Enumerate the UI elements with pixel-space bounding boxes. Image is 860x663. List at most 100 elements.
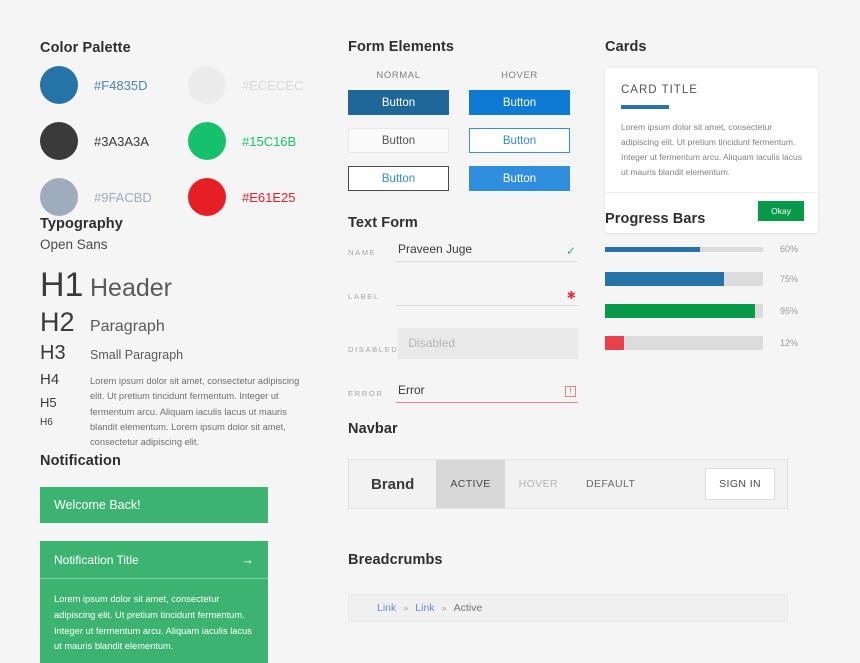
breadcrumb-link-1[interactable]: Link <box>377 602 396 614</box>
navbar-item-default[interactable]: DEFAULT <box>572 460 649 508</box>
button-ghost-hover[interactable]: Button <box>469 128 570 153</box>
type-row-h2: H2 Paragraph <box>40 307 320 338</box>
notification-card-title: Notification Title <box>54 552 139 567</box>
type-tag-h4: H4 <box>40 371 60 388</box>
color-swatch-label: #15C16B <box>242 133 297 149</box>
notification-heading: Notification <box>40 453 121 469</box>
progress-bars-heading: Progress Bars <box>605 211 706 227</box>
card-okay-button[interactable]: Okay <box>758 200 804 221</box>
progress-percent-label: 60% <box>780 244 799 254</box>
check-icon: ✓ <box>565 244 576 258</box>
breadcrumb-separator-icon: » <box>441 603 447 613</box>
type-tag-h5: H5 <box>40 395 57 410</box>
progress-bar-row: 95% <box>605 304 820 318</box>
text-form-row-name: NAME ✓ <box>348 240 578 262</box>
button-outline-hover[interactable]: Button <box>469 166 570 191</box>
type-sample-h3: Small Paragraph <box>90 348 184 362</box>
navbar-item-hover[interactable]: HOVER <box>505 460 572 508</box>
progress-bar-row: 12% <box>605 336 820 350</box>
navbar: Brand ACTIVE HOVER DEFAULT SIGN IN <box>348 459 788 509</box>
card-content: CARD TITLE Lorem ipsum dolor sit amet, c… <box>605 68 818 192</box>
color-swatch-label: #9FACBD <box>94 189 152 205</box>
style-guide-page: Color Palette #F4835D #ECECEC #3A3A3A #1… <box>0 0 860 663</box>
progress-fill <box>605 336 624 350</box>
color-swatch-circle <box>188 66 226 104</box>
palette-swatch-row: #ECECEC <box>188 66 336 104</box>
navbar-heading: Navbar <box>348 421 398 437</box>
notification-card-header: Notification Title → <box>40 541 268 579</box>
button-grid: NORMAL HOVER Button Button Button Button… <box>348 70 570 204</box>
type-row-h3: H3 Small Paragraph <box>40 342 320 365</box>
field-wrapper-error: ! <box>396 381 578 403</box>
button-solid-normal[interactable]: Button <box>348 90 449 115</box>
color-swatch-circle <box>188 122 226 160</box>
label-input[interactable] <box>396 284 578 306</box>
type-row-h4-h6: H4 H5 H6 Lorem ipsum dolor sit amet, con… <box>40 371 320 451</box>
type-tag-h6: H6 <box>40 417 53 428</box>
color-swatch-label: #ECECEC <box>242 77 304 93</box>
field-wrapper-disabled <box>398 328 578 359</box>
name-input[interactable] <box>396 240 578 262</box>
button-outline-normal[interactable]: Button <box>348 166 449 191</box>
field-label-error: ERROR <box>348 389 384 398</box>
notification-group: Welcome Back! Notification Title → Lorem… <box>40 487 268 663</box>
notification-card[interactable]: Notification Title → Lorem ipsum dolor s… <box>40 541 268 663</box>
progress-track <box>605 272 763 286</box>
card-title: CARD TITLE <box>621 84 698 96</box>
field-label-disabled: DISABLED <box>348 345 399 354</box>
palette-swatch-row: #F4835D <box>40 66 188 104</box>
type-tag-h3: H3 <box>40 342 66 364</box>
error-input[interactable] <box>396 381 578 403</box>
typography-font-name: Open Sans <box>40 237 108 252</box>
type-row-h1: H1 Header <box>40 266 320 305</box>
text-form-row-label: LABEL ✱ <box>348 284 578 306</box>
button-solid-hover[interactable]: Button <box>469 90 570 115</box>
color-swatch-label: #F4835D <box>94 77 148 93</box>
progress-track <box>605 336 763 350</box>
color-swatch-circle <box>40 122 78 160</box>
progress-percent-label: 12% <box>780 338 799 348</box>
required-asterisk-icon: ✱ <box>566 290 576 302</box>
notification-simple-text: Welcome Back! <box>54 498 141 512</box>
breadcrumb-link-2[interactable]: Link <box>415 602 434 614</box>
error-warning-icon: ! <box>565 386 576 397</box>
palette-swatch-row: #3A3A3A <box>40 122 188 160</box>
button-column-hover-header: HOVER <box>501 70 538 81</box>
text-form-row-disabled: DISABLED <box>348 328 578 359</box>
type-sample-h1: Header <box>90 274 172 302</box>
progress-fill <box>605 246 700 252</box>
text-form-rows: NAME ✓ LABEL ✱ DISABLED <box>348 240 578 425</box>
sign-in-button[interactable]: SIGN IN <box>705 468 775 500</box>
color-swatch-circle <box>40 178 78 216</box>
text-form-row-error: ERROR ! <box>348 381 578 403</box>
button-ghost-normal[interactable]: Button <box>348 128 449 153</box>
progress-bar-row: 75% <box>605 272 820 286</box>
disabled-input <box>398 328 578 359</box>
arrow-right-icon[interactable]: → <box>241 552 254 567</box>
breadcrumb: Link » Link » Active <box>348 594 788 622</box>
typography-heading: Typography <box>40 216 123 232</box>
breadcrumb-active: Active <box>453 602 483 614</box>
palette-swatch-row: #9FACBD <box>40 178 188 216</box>
color-swatch-circle <box>40 66 78 104</box>
navbar-item-active[interactable]: ACTIVE <box>436 460 505 508</box>
color-palette-grid: #F4835D #ECECEC #3A3A3A #15C16B #9FACBD … <box>40 66 336 216</box>
progress-track <box>605 304 763 318</box>
progress-bars-group: 60% 75% 95% 12% <box>605 244 820 368</box>
field-wrapper-label: ✱ <box>396 284 578 306</box>
color-swatch-circle <box>188 178 226 216</box>
notification-card-body: Lorem ipsum dolor sit amet, consectetur … <box>54 594 252 652</box>
navbar-spacer <box>649 460 705 508</box>
notification-simple[interactable]: Welcome Back! <box>40 487 268 523</box>
progress-fill <box>605 304 756 318</box>
color-swatch-label: #3A3A3A <box>94 133 149 149</box>
navbar-brand[interactable]: Brand <box>349 460 436 508</box>
palette-swatch-row: #E61E25 <box>188 178 336 216</box>
typography-scale: H1 Header H2 Paragraph H3 Small Paragrap… <box>40 266 320 451</box>
field-wrapper-name: ✓ <box>396 240 578 262</box>
type-tag-h1: H1 <box>40 266 84 304</box>
progress-bar-row: 60% <box>605 244 820 254</box>
type-sample-h2: Paragraph <box>90 318 165 335</box>
color-swatch-label: #E61E25 <box>242 189 296 205</box>
breadcrumbs-heading: Breadcrumbs <box>348 552 443 568</box>
